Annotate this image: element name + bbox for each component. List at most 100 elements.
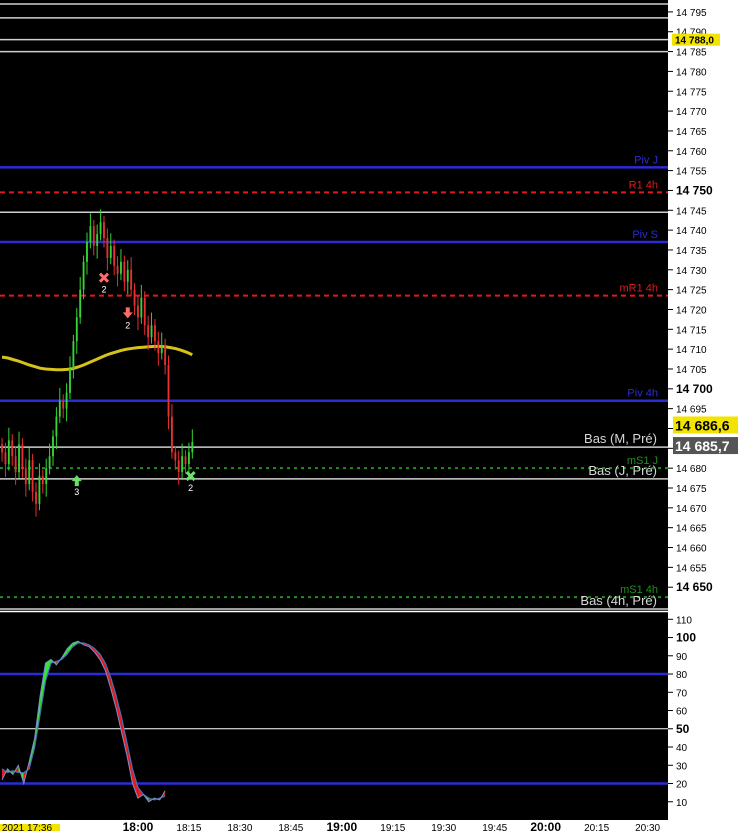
price-tag-label: 14 686,6 — [675, 417, 730, 433]
candle-body — [174, 452, 177, 461]
time-tick-label: 19:30 — [431, 823, 456, 831]
time-tick-label: 19:00 — [326, 820, 357, 831]
price-tick-label: 14 695 — [676, 405, 707, 416]
candle-body — [52, 436, 54, 457]
candle-body — [82, 261, 85, 290]
level-label: Bas (M, Pré) — [584, 431, 657, 446]
candle-body — [170, 416, 173, 453]
price-tick-label: 14 770 — [676, 107, 707, 118]
signal-count: 2 — [125, 320, 130, 330]
candle-body — [75, 317, 78, 342]
price-tick-label: 14 680 — [676, 464, 707, 475]
candle-body — [1, 444, 3, 453]
signal-count: 2 — [101, 285, 106, 295]
level-label: Piv 4h — [627, 388, 658, 400]
candle-body — [106, 238, 109, 258]
candle-body — [21, 444, 24, 469]
candle-body — [69, 368, 71, 393]
oscillator-tick-label: 10 — [676, 798, 688, 809]
candle-body — [31, 460, 34, 492]
candle-body — [157, 341, 160, 354]
signal-count: 2 — [188, 483, 193, 493]
price-tick-label: 14 675 — [676, 484, 707, 495]
time-tick-label: 20:30 — [635, 823, 660, 831]
chart-background — [0, 0, 740, 831]
time-tick-label: 20:15 — [584, 823, 609, 831]
candle-body — [123, 261, 126, 282]
candle-body — [181, 456, 184, 473]
price-tick-label: 14 735 — [676, 246, 707, 257]
candle-body — [14, 456, 17, 473]
candle-body — [160, 345, 163, 354]
level-label: Bas (4h, Pré) — [580, 593, 657, 608]
price-tick-label: 14 785 — [676, 48, 707, 59]
candle-body — [126, 269, 129, 282]
oscillator-tick-label: 80 — [676, 670, 688, 681]
candle-body — [140, 297, 143, 318]
price-tick-label: 14 670 — [676, 504, 707, 515]
oscillator-tick-label: 100 — [676, 631, 696, 645]
level-label: Piv S — [632, 229, 658, 241]
candle-body — [133, 289, 136, 306]
oscillator-tick-label: 50 — [676, 722, 690, 736]
candle-body — [7, 440, 10, 465]
time-tick-label: 2021 17:36 — [2, 823, 52, 831]
candle-body — [65, 392, 68, 409]
time-tick-label: 18:45 — [278, 823, 303, 831]
price-tick-label: 14 655 — [676, 563, 707, 574]
time-tick-label: 20:00 — [530, 820, 561, 831]
candle-body — [113, 245, 116, 266]
price-tick-label: 14 710 — [676, 345, 707, 356]
candle-body — [99, 222, 102, 235]
candle-body — [28, 460, 31, 485]
candle-body — [62, 400, 65, 409]
price-tick-label: 14 755 — [676, 167, 707, 178]
signal-count: 3 — [74, 487, 79, 497]
candle-body — [89, 226, 92, 243]
level-label: mR1 4h — [619, 283, 658, 295]
oscillator-tick-label: 40 — [676, 743, 688, 754]
candle-body — [154, 325, 156, 342]
price-tick-label: 14 760 — [676, 147, 707, 158]
candle-body — [177, 460, 180, 473]
price-tick-label: 14 650 — [676, 580, 713, 594]
candle-body — [35, 491, 37, 504]
price-tick-label: 14 780 — [676, 67, 707, 78]
price-tick-label: 14 705 — [676, 365, 707, 376]
candle-body — [38, 476, 41, 504]
candle-body — [41, 476, 44, 485]
level-label: Bas (J, Pré) — [588, 463, 657, 478]
candle-body — [96, 234, 99, 246]
candle-body — [187, 452, 190, 465]
candle-body — [116, 265, 119, 274]
trading-chart[interactable]: 3222 14 79514 79014 78514 78014 77514 77… — [0, 0, 740, 831]
price-tick-label: 14 740 — [676, 226, 707, 237]
time-tick-label: 18:30 — [227, 823, 252, 831]
level-label: Piv J — [634, 154, 658, 166]
time-tick-label: 18:15 — [176, 823, 201, 831]
candle-body — [18, 444, 20, 473]
price-tick-label: 14 795 — [676, 8, 707, 19]
candle-body — [147, 325, 150, 338]
time-tick-label: 18:00 — [123, 820, 154, 831]
price-tick-label: 14 725 — [676, 286, 707, 297]
price-tick-label: 14 775 — [676, 87, 707, 98]
candle-body — [191, 441, 194, 453]
oscillator-tick-label: 110 — [676, 615, 692, 626]
price-tick-label: 14 730 — [676, 266, 707, 277]
time-tick-label: 19:15 — [380, 823, 405, 831]
candle-body — [92, 226, 95, 246]
candle-body — [58, 400, 61, 417]
oscillator-tick-label: 70 — [676, 688, 688, 699]
candle-body — [4, 452, 7, 465]
level-label: R1 4h — [629, 179, 658, 191]
price-tick-label: 14 720 — [676, 305, 707, 316]
candle-body — [150, 325, 153, 338]
price-tick-label: 14 765 — [676, 127, 707, 138]
time-tick-label: 19:45 — [482, 823, 507, 831]
candle-body — [103, 222, 105, 239]
price-tick-label: 14 715 — [676, 325, 707, 336]
oscillator-tick-label: 30 — [676, 761, 688, 772]
candle-body — [24, 468, 27, 485]
candle-body — [72, 341, 75, 369]
